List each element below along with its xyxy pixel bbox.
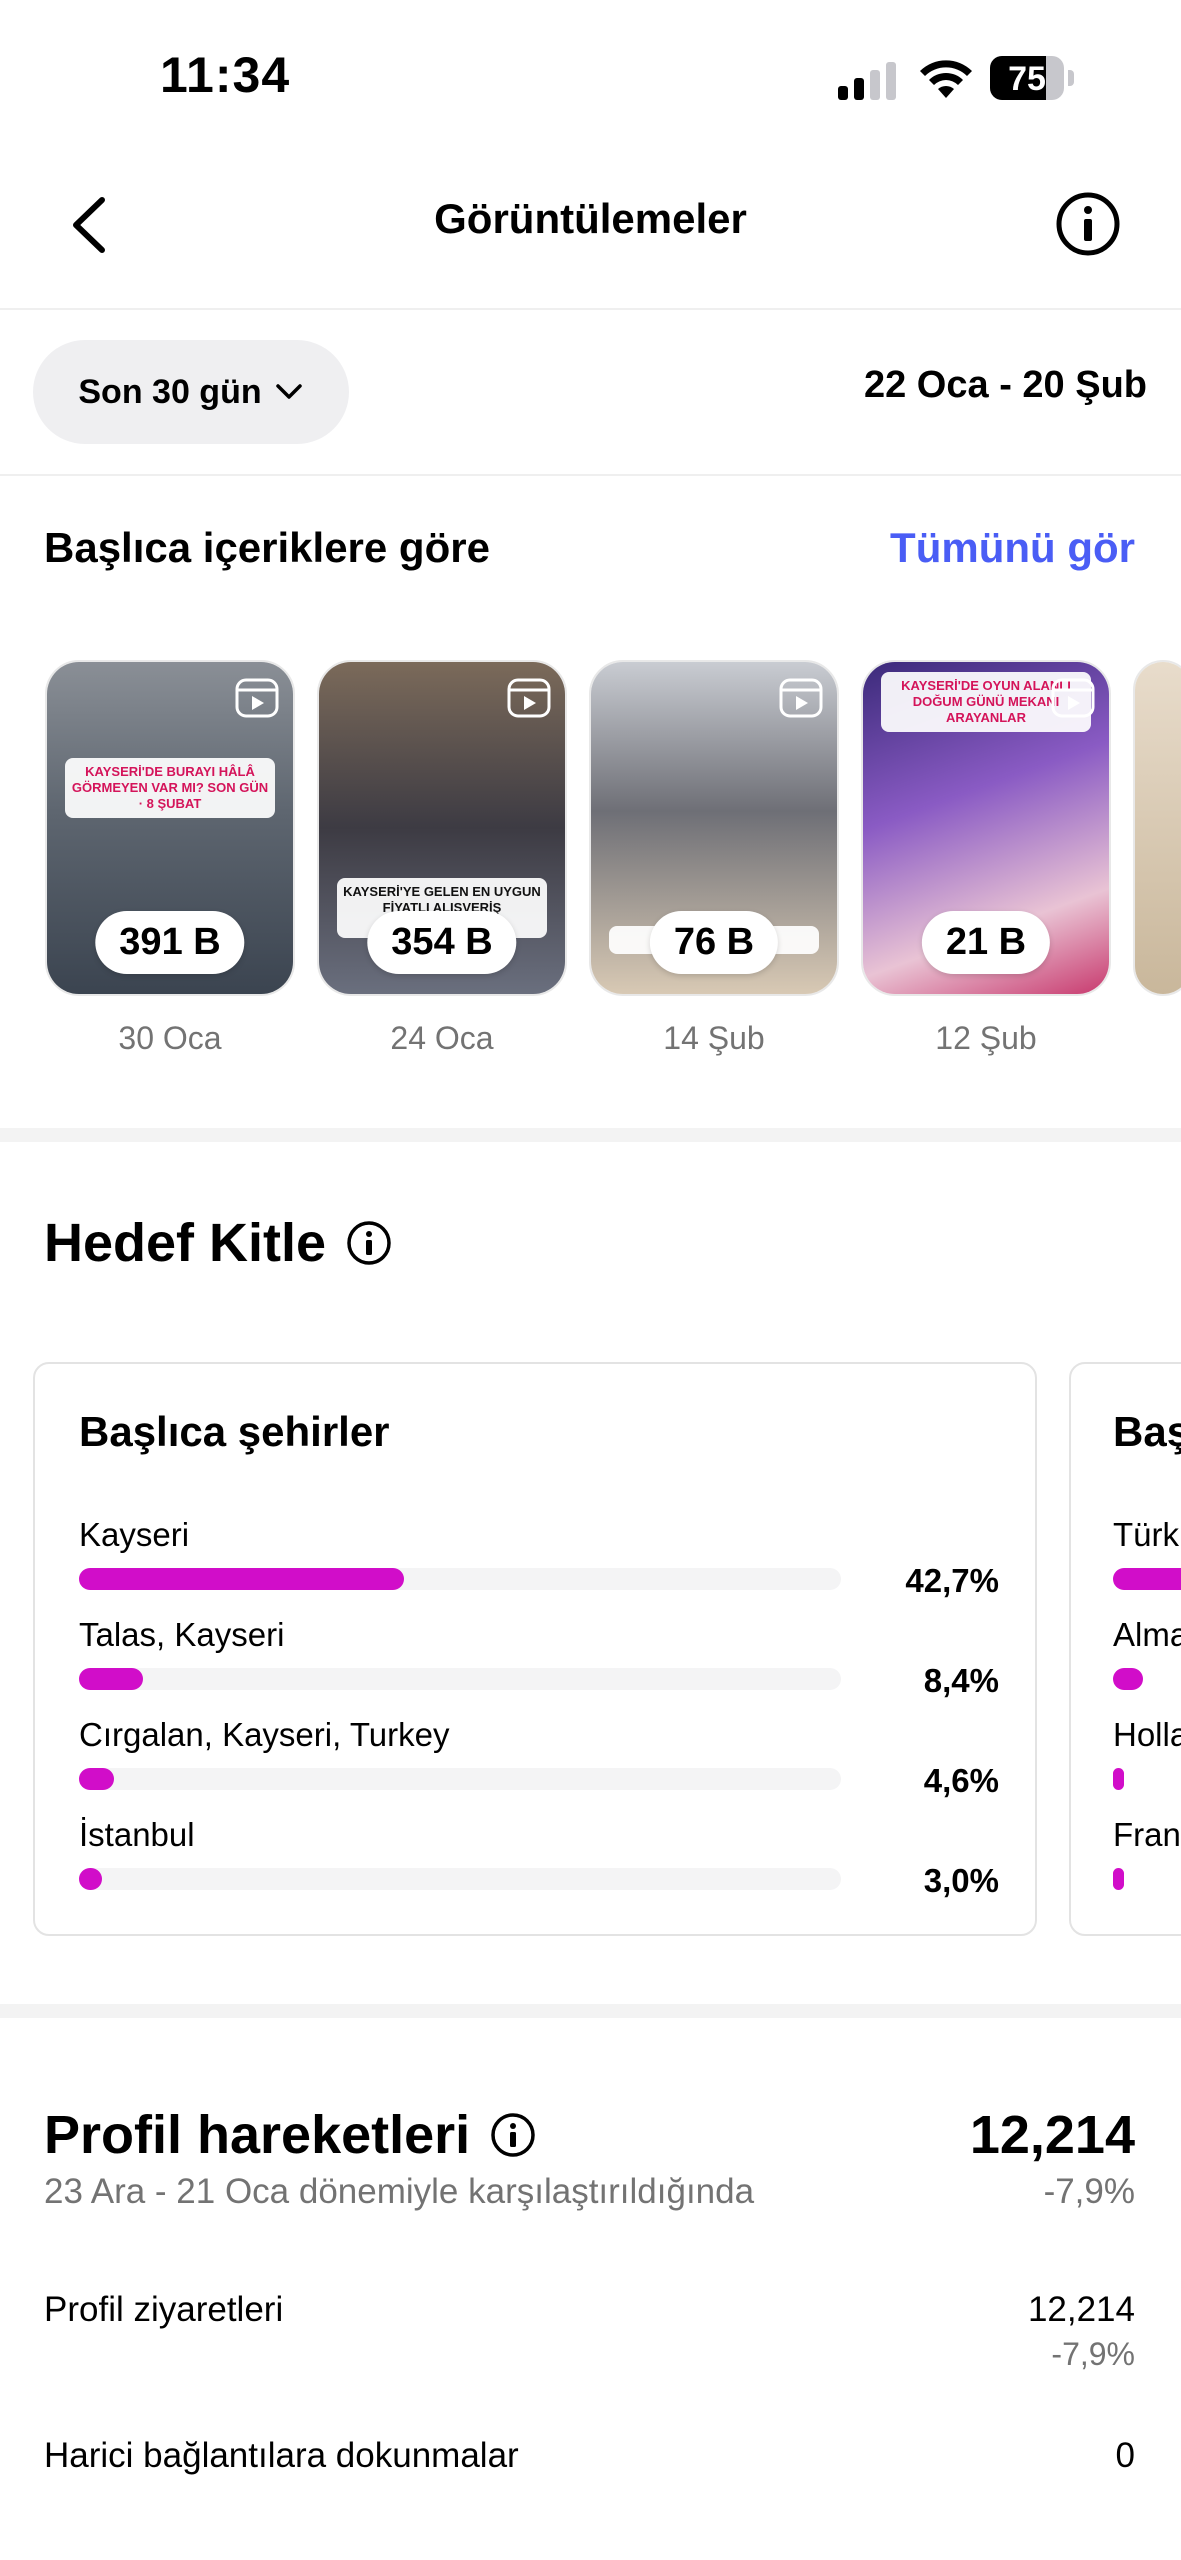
city-name: İstanbul [79, 1816, 195, 1853]
reels-icon [779, 678, 823, 718]
country-bar [1113, 1868, 1125, 1890]
chevron-down-icon [275, 384, 302, 399]
content-thumbnail[interactable]: KAYSERİ'YE GELEN EN UYGUN FİYATLI ALIŞVE… [317, 660, 567, 996]
wifi-icon [920, 60, 972, 98]
view-count: 21 B [921, 911, 1051, 974]
top-cities-card[interactable]: Başlıca şehirler Kayseri 42,7% Talas, Ka… [33, 1362, 1037, 1936]
city-percent: 4,6% [923, 1762, 999, 1799]
country-bar [1113, 1768, 1125, 1790]
comparison-text: 23 Ara - 21 Oca dönemiyle karşılaştırıld… [44, 2172, 755, 2211]
info-icon[interactable] [1054, 190, 1122, 258]
city-row: İstanbul 3,0% [79, 1816, 999, 1899]
date-range-label: Son 30 gün [78, 372, 262, 411]
thumbnail-date: 12 Şub [935, 1020, 1037, 1056]
section-separator [0, 1128, 1181, 1142]
status-time: 11:34 [160, 47, 291, 103]
profile-activity-total: 12,214 [969, 2105, 1135, 2165]
total-change: -7,9% [1043, 2172, 1135, 2211]
date-range-dropdown[interactable]: Son 30 gün [33, 340, 349, 444]
city-percent: 42,7% [905, 1562, 999, 1599]
view-count: 76 B [649, 911, 779, 974]
card-title: Baş [1113, 1408, 1181, 1455]
header-divider [0, 308, 1181, 310]
thumbnail-date: 24 Oca [390, 1020, 494, 1056]
reels-icon [507, 678, 551, 718]
city-bar [79, 1768, 115, 1790]
view-count: 391 B [95, 911, 245, 974]
see-all-link[interactable]: Tümünü gör [890, 524, 1135, 572]
city-name: Talas, Kayseri [79, 1616, 285, 1653]
audience-title-text: Hedef Kitle [44, 1213, 327, 1273]
profile-activity-title-text: Profil hareketleri [44, 2105, 471, 2165]
city-bar [79, 1668, 143, 1690]
city-row: Cırgalan, Kayseri, Turkey 4,6% [79, 1716, 999, 1799]
external-link-taps-label: Harici bağlantılara dokunmalar [44, 2436, 519, 2475]
city-bar-track [79, 1768, 841, 1790]
country-name: Holla [1113, 1716, 1181, 1753]
thumbnail-caption: KAYSERİ'DE BURAYI HÂLÂ GÖRMEYEN VAR MI? … [65, 758, 275, 818]
city-bar-track [79, 1868, 841, 1890]
city-bar-track [79, 1568, 841, 1590]
country-bar [1113, 1568, 1181, 1590]
filter-divider [0, 474, 1181, 476]
section-separator [0, 2004, 1181, 2018]
profile-visits-value: 12,214 [1027, 2290, 1135, 2329]
cellular-signal-icon [838, 62, 898, 100]
info-icon[interactable] [346, 1220, 392, 1266]
reels-icon [1051, 678, 1095, 718]
content-thumbnail[interactable]: KAYSERİ'DE OYUN ALANLI DOĞUM GÜNÜ MEKANI… [861, 660, 1111, 996]
country-name: Türk [1113, 1516, 1179, 1553]
city-name: Kayseri [79, 1516, 190, 1553]
country-bar [1113, 1668, 1144, 1690]
city-percent: 3,0% [923, 1862, 999, 1899]
content-thumbnail[interactable]: HALI ... MÜ? 76 B [589, 660, 839, 996]
content-thumbnail[interactable] [1133, 660, 1181, 996]
thumbnail-date: 30 Oca [118, 1020, 222, 1056]
card-title: Başlıca şehirler [79, 1408, 390, 1455]
date-range-text: 22 Oca - 20 Şub [863, 364, 1147, 406]
reels-icon [235, 678, 279, 718]
city-name: Cırgalan, Kayseri, Turkey [79, 1716, 450, 1753]
info-icon[interactable] [490, 2112, 536, 2158]
battery-level: 75 [1008, 60, 1046, 98]
page-title: Görüntülemeler [434, 195, 747, 242]
thumbnail-date: 14 Şub [663, 1020, 765, 1056]
top-countries-card[interactable]: Baş Türk Alma Holla Fran [1069, 1362, 1181, 1936]
content-thumbnail[interactable]: KAYSERİ'DE BURAYI HÂLÂ GÖRMEYEN VAR MI? … [45, 660, 295, 996]
city-row: Talas, Kayseri 8,4% [79, 1616, 999, 1699]
battery-icon: 75 [990, 56, 1076, 100]
city-bar [79, 1568, 405, 1590]
city-percent: 8,4% [923, 1662, 999, 1699]
city-bar [79, 1868, 102, 1890]
top-content-title: Başlıca içeriklere göre [44, 524, 490, 571]
country-name: Fran [1113, 1816, 1181, 1853]
country-name: Alma [1113, 1616, 1181, 1653]
audience-title: Hedef Kitle [44, 1212, 392, 1274]
city-bar-track [79, 1668, 841, 1690]
profile-visits-change: -7,9% [1051, 2336, 1135, 2372]
profile-visits-label: Profil ziyaretleri [44, 2290, 284, 2329]
city-row: Kayseri 42,7% [79, 1516, 999, 1599]
profile-activity-title: Profil hareketleri [44, 2104, 536, 2166]
view-count: 354 B [367, 911, 517, 974]
external-link-taps-value: 0 [1115, 2436, 1135, 2475]
